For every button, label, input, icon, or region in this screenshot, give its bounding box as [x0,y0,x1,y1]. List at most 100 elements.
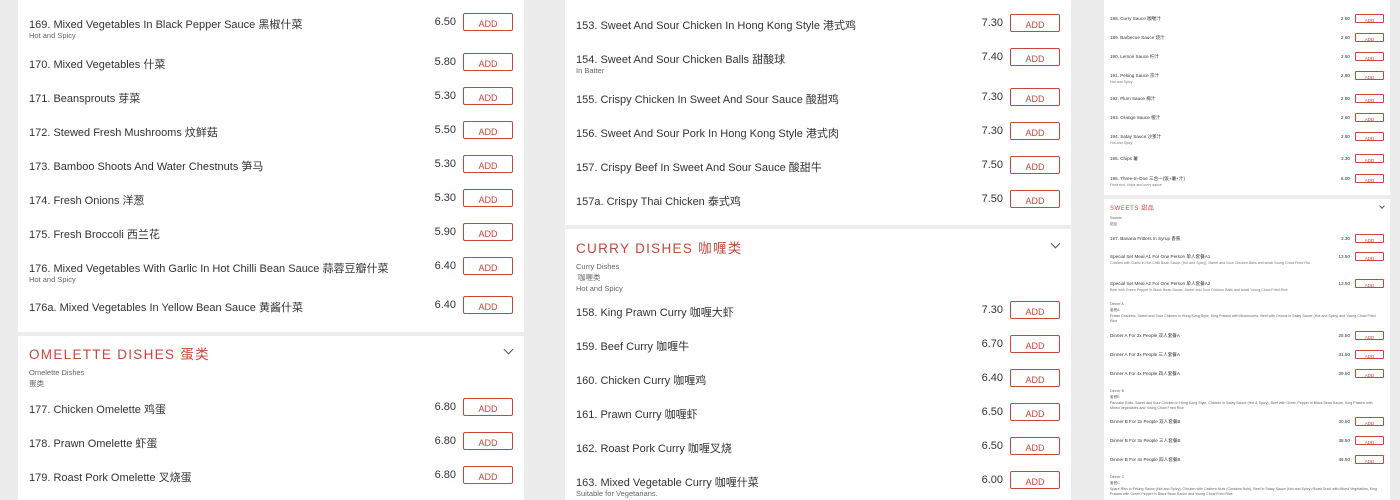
add-button[interactable]: ADD [463,432,513,450]
item-name: 196. Three-In-One 三合一(饭+薯+汁) [1110,176,1185,181]
add-button[interactable]: ADD [1355,33,1384,42]
item-name: 156. Sweet And Sour Pork In Hong Kong St… [576,128,839,140]
item-price: 6.00 [981,474,1003,486]
add-button[interactable]: ADD [1355,174,1384,183]
item-name: 173. Bamboo Shoots And Water Chestnuts 笋… [29,161,264,173]
item-name: 179. Roast Pork Omelette 叉烧蛋 [29,472,192,484]
item-name: Dinner A For 4x People 四人套餐A [1110,371,1180,376]
item-price: 7.30 [981,91,1003,103]
section-subtitle: Omelette Dishes [29,368,85,377]
item-note: Hot and Spicy [29,31,76,40]
add-button[interactable]: ADD [1010,335,1060,353]
item-name: 163. Mixed Vegetable Curry 咖喱什菜 [576,477,759,489]
item-price: 6.50 [981,406,1003,418]
add-button[interactable]: ADD [1010,301,1060,319]
item-note: In Batter [576,66,605,75]
curry-dishes-panel: CURRY DISHES 咖喱类 Curry Dishes 咖喱类 Hot an… [565,229,1071,500]
add-button[interactable]: ADD [463,466,513,484]
item-name: 175. Fresh Broccoli 西兰花 [29,229,160,241]
add-button[interactable]: ADD [1010,88,1060,106]
vegetable-dishes-panel: 169. Mixed Vegetables In Black Pepper Sa… [18,0,524,332]
item-name: 158. King Prawn Curry 咖喱大虾 [576,307,734,319]
item-price: 38.50 [1338,438,1351,443]
dinner-c-cn: 套餐C [1110,481,1120,485]
item-name: 177. Chicken Omelette 鸡蛋 [29,404,166,416]
add-button[interactable]: ADD [463,87,513,105]
add-button[interactable]: ADD [1010,471,1060,489]
item-price: 2.80 [1341,73,1350,78]
add-button[interactable]: ADD [1355,113,1384,122]
add-button[interactable]: ADD [1010,190,1060,208]
add-button[interactable]: ADD [463,189,513,207]
item-name: Dinner B For 2x People 双人套餐B [1110,419,1181,424]
add-button[interactable]: ADD [1355,455,1384,464]
add-button[interactable]: ADD [463,13,513,31]
add-button[interactable]: ADD [1010,156,1060,174]
item-price: 6.70 [981,338,1003,350]
section-title[interactable]: OMELETTE DISHES 蛋类 [29,343,210,363]
add-button[interactable]: ADD [1010,122,1060,140]
item-name: 159. Beef Curry 咖喱牛 [576,341,690,353]
item-name: Dinner B For 4x People 四人套餐B [1110,457,1181,462]
add-button[interactable]: ADD [1355,350,1384,359]
item-note: Hot and Spicy [1110,141,1133,145]
item-price: 7.50 [981,193,1003,205]
section-title[interactable]: SWEETS 甜品 [1110,203,1154,212]
add-button[interactable]: ADD [1355,14,1384,23]
item-price: 25.50 [1338,333,1351,338]
item-price: 2.60 [1341,54,1350,59]
add-button[interactable]: ADD [1355,71,1384,80]
item-note: Suitable for Vegetarians. [576,489,658,498]
add-button[interactable]: ADD [1355,279,1384,288]
item-price: 2.60 [1341,115,1350,120]
item-name: 171. Beansprouts 芽菜 [29,93,141,105]
add-button[interactable]: ADD [463,53,513,71]
add-button[interactable]: ADD [1355,331,1384,340]
add-button[interactable]: ADD [1355,52,1384,61]
dinner-a-cn: 套餐A [1110,308,1120,312]
item-price: 6.50 [434,16,456,28]
sweets-panel: SWEETS 甜品 Sweets 甜品 197. Banana Fritters… [1104,199,1390,500]
chevron-down-icon[interactable] [1379,203,1385,209]
section-title[interactable]: CURRY DISHES 咖喱类 [576,237,743,257]
item-price: 13.50 [1338,281,1351,286]
add-button[interactable]: ADD [1355,234,1384,243]
item-price: 2.60 [1341,35,1350,40]
dinner-a-header: Dinner A [1110,302,1124,306]
add-button[interactable]: ADD [463,155,513,173]
add-button[interactable]: ADD [463,296,513,314]
add-button[interactable]: ADD [1010,403,1060,421]
item-name: 170. Mixed Vegetables 什菜 [29,59,166,71]
add-button[interactable]: ADD [1355,132,1384,141]
item-note: Chicken with Garlic in Hot Chilli Bean S… [1110,261,1310,265]
add-button[interactable]: ADD [1010,14,1060,32]
item-name: 157a. Crispy Thai Chicken 泰式鸡 [576,196,741,208]
item-price: 5.50 [434,124,456,136]
add-button[interactable]: ADD [1010,48,1060,66]
chevron-down-icon[interactable] [1050,238,1061,249]
dinner-c-header: Dinner C [1110,475,1125,479]
item-name: 189. Barbecue Sauce 烧汁 [1110,35,1165,40]
add-button[interactable]: ADD [463,223,513,241]
item-price: 5.90 [434,226,456,238]
add-button[interactable]: ADD [1355,417,1384,426]
add-button[interactable]: ADD [1355,94,1384,103]
add-button[interactable]: ADD [463,121,513,139]
item-price: 2.80 [1341,134,1350,139]
add-button[interactable]: ADD [463,398,513,416]
item-name: 169. Mixed Vegetables In Black Pepper Sa… [29,19,303,31]
item-note: Hot and Spicy [29,275,76,284]
item-price: 39.50 [1338,371,1351,376]
add-button[interactable]: ADD [463,257,513,275]
item-name: 176a. Mixed Vegetables In Yellow Bean Sa… [29,302,303,314]
add-button[interactable]: ADD [1355,436,1384,445]
add-button[interactable]: ADD [1010,369,1060,387]
add-button[interactable]: ADD [1355,154,1384,163]
chevron-down-icon[interactable] [503,344,514,355]
item-name: Special Set Meal A1 For One Person 单人套餐A… [1110,254,1211,259]
add-button[interactable]: ADD [1355,252,1384,261]
add-button[interactable]: ADD [1355,369,1384,378]
item-name: 160. Chicken Curry 咖喱鸡 [576,375,707,387]
item-price: 3.30 [1341,236,1350,241]
add-button[interactable]: ADD [1010,437,1060,455]
